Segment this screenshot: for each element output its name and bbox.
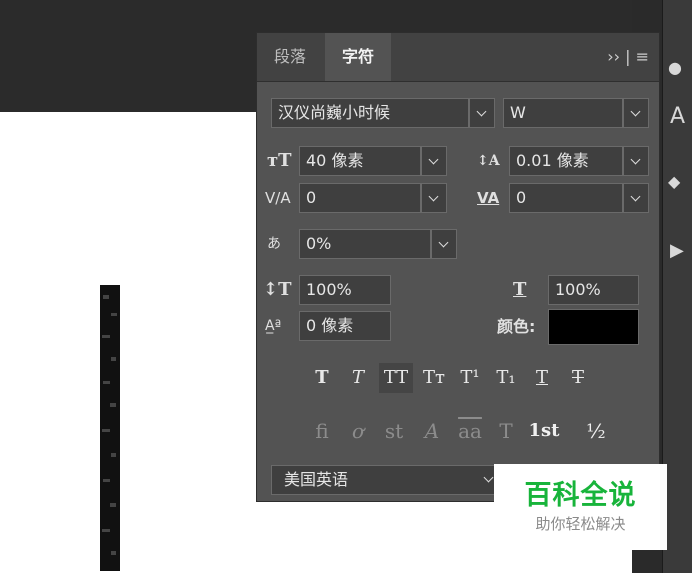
leading-field[interactable]: 0.01 像素 xyxy=(509,146,623,176)
all-caps-button[interactable]: TT xyxy=(379,363,413,393)
leading-icon: ↕A xyxy=(477,153,500,169)
baseline-shift-icon: A̲ª xyxy=(265,318,282,334)
faux-italic-button[interactable]: T xyxy=(341,363,375,393)
panel-tabbar: 段落 字符 ›› | ≡ xyxy=(257,33,659,82)
color-label: 颜色: xyxy=(497,317,536,336)
leading-dropdown[interactable] xyxy=(623,146,649,176)
kerning-dropdown[interactable] xyxy=(421,183,447,213)
stylistic-alternates-button[interactable]: A xyxy=(415,416,449,446)
ordinals-button[interactable]: 1st xyxy=(527,416,561,446)
watermark-logo: 百科全说 助你轻松解决 xyxy=(494,464,667,550)
play-icon[interactable]: ▶ xyxy=(670,240,684,261)
superscript-button[interactable]: T¹ xyxy=(453,363,487,393)
strikethrough-button[interactable]: T xyxy=(561,363,595,393)
language-dropdown[interactable]: 美国英语 xyxy=(271,465,501,495)
language-value: 美国英语 xyxy=(284,470,349,489)
contextual-alternates-button[interactable]: T xyxy=(489,416,523,446)
panel-menu-icon[interactable]: ›› | ≡ xyxy=(607,33,649,81)
ligatures-button[interactable]: fi xyxy=(305,416,339,446)
fractions-button[interactable]: ½ xyxy=(579,416,613,446)
tracking-icon: VA xyxy=(477,189,500,207)
font-family-dropdown[interactable] xyxy=(469,98,495,128)
font-size-icon: ᴛT xyxy=(267,150,292,171)
watermark-subtitle: 助你轻松解决 xyxy=(535,515,626,533)
cube-icon[interactable]: ◆ xyxy=(668,172,680,191)
tsume-field[interactable]: 0% xyxy=(299,229,431,259)
vertical-scale-field[interactable]: 100% xyxy=(299,275,391,305)
font-style-dropdown[interactable] xyxy=(623,98,649,128)
watermark-title: 百科全说 xyxy=(524,480,637,511)
dot-icon[interactable]: ● xyxy=(668,58,682,77)
vertical-scale-icon: ↕T xyxy=(263,279,292,300)
swash-button[interactable]: st xyxy=(377,416,411,446)
underline-button[interactable]: T xyxy=(525,363,559,393)
tracking-dropdown[interactable] xyxy=(623,183,649,213)
faux-bold-button[interactable]: T xyxy=(305,363,339,393)
tsume-icon: あ xyxy=(267,236,281,252)
kerning-field[interactable]: 0 xyxy=(299,183,421,213)
tsume-dropdown[interactable] xyxy=(431,229,457,259)
font-size-dropdown[interactable] xyxy=(421,146,447,176)
text-color-swatch[interactable] xyxy=(548,309,639,345)
baseline-shift-field[interactable]: 0 像素 xyxy=(299,311,391,341)
horizontal-scale-icon: T xyxy=(513,279,527,300)
font-style-field[interactable]: W xyxy=(503,98,623,128)
horizontal-scale-field[interactable]: 100% xyxy=(548,275,639,305)
font-size-field[interactable]: 40 像素 xyxy=(299,146,421,176)
character-panel: 段落 字符 ›› | ≡ 汉仪尚巍小时候 W ᴛT 40 像素 ↕A 0.01 … xyxy=(256,32,660,502)
tab-paragraph[interactable]: 段落 xyxy=(257,33,323,81)
discretionary-ligatures-button[interactable]: ơ xyxy=(341,416,375,446)
titling-alternates-button[interactable]: aa xyxy=(453,416,487,446)
type-tool-icon[interactable]: A xyxy=(670,104,685,129)
tracking-field[interactable]: 0 xyxy=(509,183,623,213)
kerning-icon: V/A xyxy=(265,189,291,207)
subscript-button[interactable]: T₁ xyxy=(489,363,523,393)
tab-character[interactable]: 字符 xyxy=(325,33,391,81)
font-family-field[interactable]: 汉仪尚巍小时候 xyxy=(271,98,469,128)
vertical-text-layer[interactable] xyxy=(97,283,123,573)
chevron-down-icon xyxy=(483,472,494,483)
small-caps-button[interactable]: Tт xyxy=(417,363,451,393)
